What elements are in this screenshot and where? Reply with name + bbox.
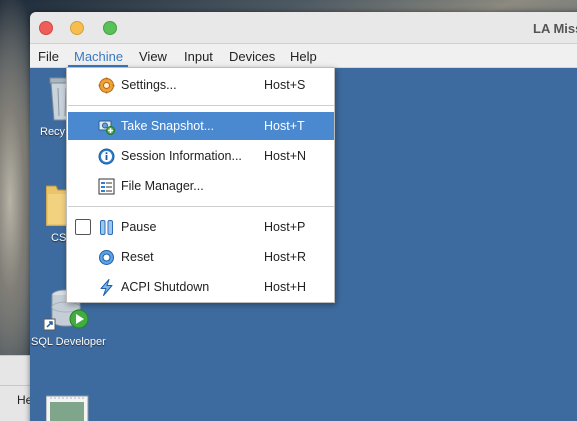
close-button[interactable] xyxy=(39,21,53,35)
window-title: LA Miss xyxy=(533,21,577,36)
menu-item-acpi-shutdown[interactable]: ACPI Shutdown Host+H xyxy=(68,273,334,301)
menu-item-label: Take Snapshot... xyxy=(121,119,215,133)
menu-item-label: Session Information... xyxy=(121,149,242,163)
menu-machine[interactable]: Machine xyxy=(74,49,123,64)
pause-icon xyxy=(98,219,115,236)
snapshot-icon xyxy=(98,118,115,135)
menu-item-settings[interactable]: Settings... Host+S xyxy=(68,71,334,99)
menu-item-shortcut: Host+P xyxy=(264,220,306,234)
file-manager-icon xyxy=(98,178,115,195)
menu-item-shortcut: Host+R xyxy=(264,250,307,264)
menu-item-reset[interactable]: Reset Host+R xyxy=(68,243,334,271)
menu-item-shortcut: Host+T xyxy=(264,119,305,133)
acpi-shutdown-icon xyxy=(98,279,115,296)
minimize-button[interactable] xyxy=(70,21,84,35)
menu-item-label: File Manager... xyxy=(121,179,204,193)
menu-file[interactable]: File xyxy=(38,49,59,64)
menu-item-label: ACPI Shutdown xyxy=(121,280,210,294)
menu-separator xyxy=(68,206,334,207)
menu-item-take-snapshot[interactable]: Take Snapshot... Host+T xyxy=(68,112,334,140)
gear-icon xyxy=(98,77,115,94)
menu-item-shortcut: Host+S xyxy=(264,78,306,92)
menu-item-pause[interactable]: Pause Host+P xyxy=(68,213,334,241)
menu-item-label: Pause xyxy=(121,220,157,234)
menu-item-shortcut: Host+N xyxy=(264,149,307,163)
menu-item-label: Reset xyxy=(121,250,154,264)
menubar: File Machine View Input Devices Help xyxy=(30,44,577,68)
window-titlebar[interactable]: LA Miss xyxy=(30,12,577,44)
menu-help[interactable]: Help xyxy=(290,49,317,64)
menu-item-shortcut: Host+H xyxy=(264,280,307,294)
machine-menu: Settings... Host+S Take Snapshot... Host… xyxy=(66,67,335,303)
menu-devices[interactable]: Devices xyxy=(229,49,275,64)
menu-item-session-information[interactable]: Session Information... Host+N xyxy=(68,142,334,170)
folder-icon[interactable] xyxy=(45,182,69,231)
menu-item-file-manager[interactable]: File Manager... xyxy=(68,172,334,200)
document-icon[interactable] xyxy=(45,394,90,421)
menu-separator xyxy=(68,105,334,106)
reset-icon xyxy=(98,249,115,266)
info-icon xyxy=(98,148,115,165)
menu-view[interactable]: View xyxy=(139,49,167,64)
recycle-bin-label: Recy xyxy=(40,126,66,138)
sql-developer-label: SQL Developer xyxy=(31,336,106,348)
menu-item-label: Settings... xyxy=(121,78,177,92)
maximize-button[interactable] xyxy=(103,21,117,35)
pause-checkbox[interactable] xyxy=(75,219,91,235)
csv-folder-label: CS xyxy=(51,232,67,244)
menu-input[interactable]: Input xyxy=(184,49,213,64)
